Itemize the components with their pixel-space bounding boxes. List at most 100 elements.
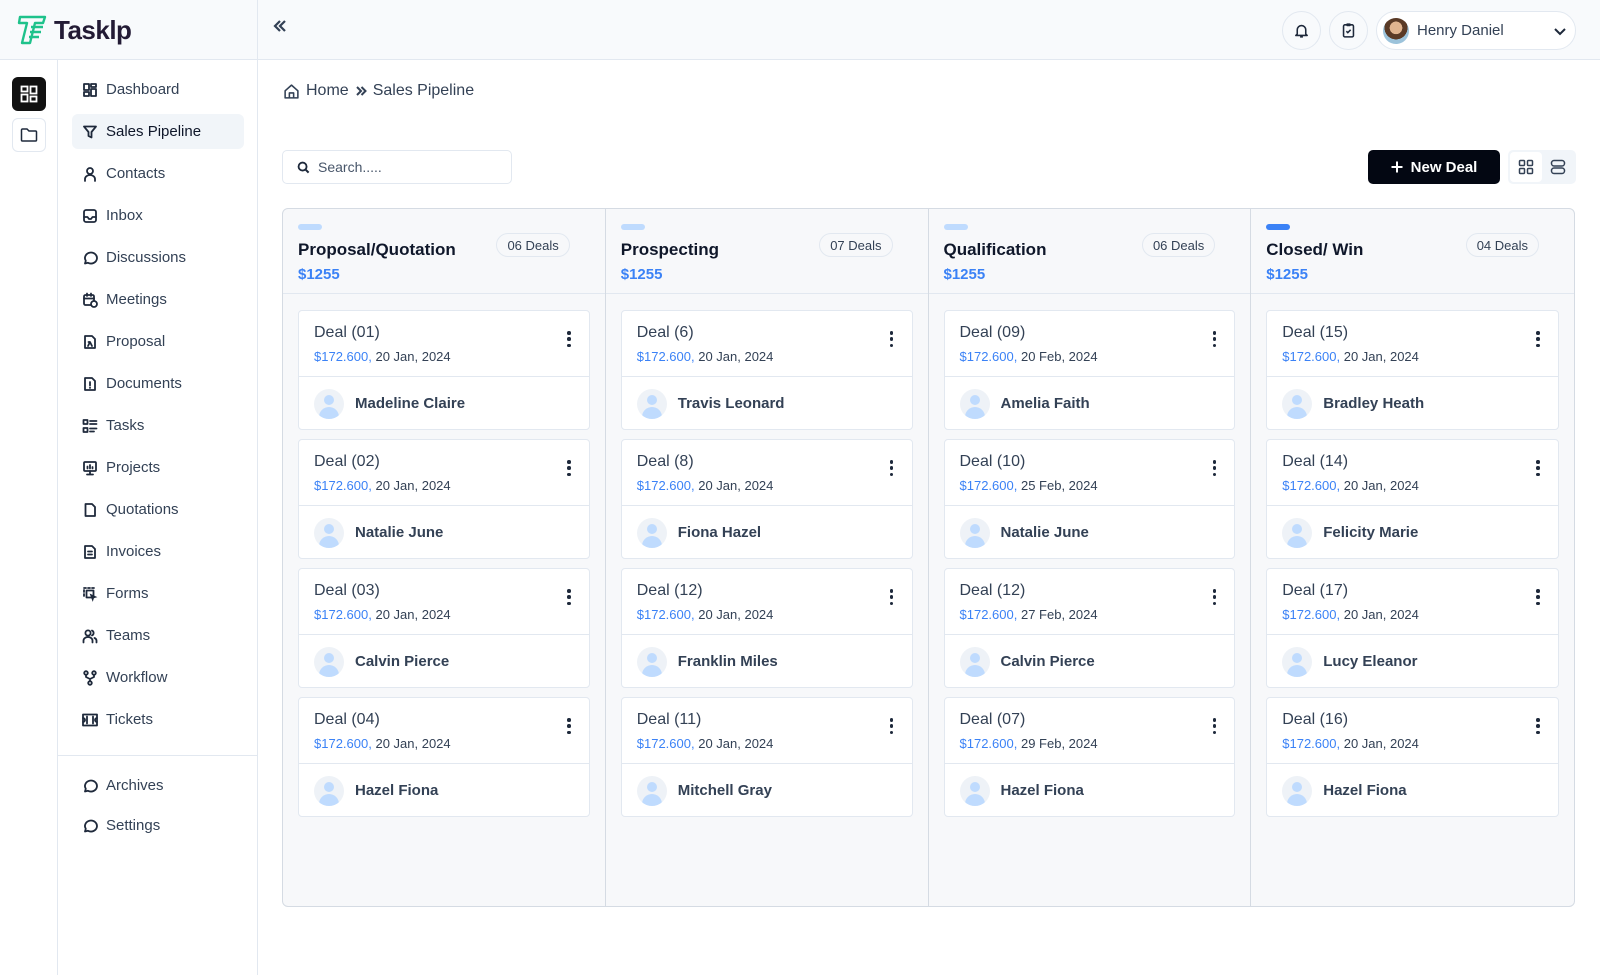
- tasks-list-icon: [82, 418, 98, 433]
- sidebar-item-tickets[interactable]: Tickets: [72, 702, 244, 737]
- deal-date: 20 Jan, 2024: [698, 478, 774, 493]
- deal-owner: Bradley Heath: [1267, 377, 1558, 430]
- sidebar-item-dashboard[interactable]: Dashboard: [72, 72, 244, 107]
- sidebar-item-label: Tasks: [106, 417, 145, 434]
- folder-icon: [20, 128, 38, 142]
- pipeline-column: Closed/ Win $1255 04 Deals Deal (15) $17…: [1251, 209, 1574, 906]
- collapse-sidebar-button[interactable]: [272, 18, 294, 40]
- sidebar-item-workflow[interactable]: Workflow: [72, 660, 244, 695]
- tasks-button[interactable]: [1329, 11, 1368, 50]
- more-options-icon[interactable]: [1532, 587, 1544, 607]
- search-input[interactable]: [318, 159, 498, 175]
- deal-card[interactable]: Deal (03) $172.600, 20 Jan, 2024 Calvin …: [298, 568, 590, 688]
- chat-bubble-icon: [84, 779, 98, 792]
- deal-card[interactable]: Deal (6) $172.600, 20 Jan, 2024 Travis L…: [620, 310, 913, 430]
- user-menu[interactable]: Henry Daniel: [1376, 11, 1576, 50]
- sidebar-item-invoices[interactable]: Invoices: [72, 534, 244, 569]
- sidebar-item-label: Inbox: [106, 207, 143, 224]
- sidebar-item-teams[interactable]: Teams: [72, 618, 244, 653]
- sidebar-item-tasks[interactable]: Tasks: [72, 408, 244, 443]
- deal-owner: Fiona Hazel: [622, 506, 912, 559]
- grid-view-button[interactable]: [1510, 152, 1542, 182]
- deal-meta: $172.600, 25 Feb, 2024: [960, 478, 1220, 493]
- more-options-icon[interactable]: [886, 458, 898, 478]
- sidebar-item-settings[interactable]: Settings: [72, 808, 244, 843]
- logo[interactable]: Tasklp: [0, 0, 258, 60]
- column-header: Qualification $1255 06 Deals: [928, 209, 1251, 294]
- more-options-icon[interactable]: [1532, 716, 1544, 736]
- sidebar-item-inbox[interactable]: Inbox: [72, 198, 244, 233]
- deal-amount: $172.600,: [636, 607, 695, 622]
- sidebar-item-discussions[interactable]: Discussions: [72, 240, 244, 275]
- deal-meta: $172.600, 20 Jan, 2024: [1282, 349, 1543, 364]
- deal-count-badge: 04 Deals: [1465, 233, 1539, 257]
- deal-meta: $172.600, 20 Jan, 2024: [1282, 478, 1543, 493]
- sidebar-item-contacts[interactable]: Contacts: [72, 156, 244, 191]
- list-view-button[interactable]: [1542, 152, 1574, 182]
- plus-icon: [1391, 161, 1403, 173]
- deal-amount: $172.600,: [959, 349, 1018, 364]
- deal-card[interactable]: Deal (01) $172.600, 20 Jan, 2024 Madelin…: [298, 310, 590, 430]
- more-options-icon[interactable]: [563, 716, 575, 736]
- deal-card[interactable]: Deal (11) $172.600, 20 Jan, 2024 Mitchel…: [620, 697, 913, 817]
- deal-meta: $172.600, 20 Jan, 2024: [637, 349, 897, 364]
- more-options-icon[interactable]: [1208, 458, 1220, 478]
- more-options-icon[interactable]: [1208, 716, 1220, 736]
- rail-folder-button[interactable]: [12, 118, 46, 152]
- sidebar-item-projects[interactable]: Projects: [72, 450, 244, 485]
- deal-card[interactable]: Deal (15) $172.600, 20 Jan, 2024 Bradley…: [1266, 310, 1559, 430]
- deal-card[interactable]: Deal (8) $172.600, 20 Jan, 2024 Fiona Ha…: [620, 439, 913, 559]
- person-avatar-icon: [959, 517, 990, 548]
- more-options-icon[interactable]: [1532, 458, 1544, 478]
- sidebar-item-forms[interactable]: Forms: [72, 576, 244, 611]
- person-name: Bradley Heath: [1323, 395, 1425, 412]
- person-avatar-icon: [959, 388, 990, 419]
- sidebar-item-documents[interactable]: Documents: [72, 366, 244, 401]
- more-options-icon[interactable]: [886, 716, 898, 736]
- more-options-icon[interactable]: [563, 587, 575, 607]
- more-options-icon[interactable]: [1208, 587, 1220, 607]
- notifications-button[interactable]: [1282, 11, 1321, 50]
- more-options-icon[interactable]: [886, 329, 898, 349]
- sidebar-item-sales-pipeline[interactable]: Sales Pipeline: [72, 114, 244, 149]
- sidebar-item-label: Teams: [106, 627, 151, 644]
- new-deal-button[interactable]: New Deal: [1368, 150, 1500, 184]
- sidebar-item-meetings[interactable]: Meetings: [72, 282, 244, 317]
- deal-card[interactable]: Deal (07) $172.600, 29 Feb, 2024 Hazel F…: [943, 697, 1236, 817]
- more-options-icon[interactable]: [563, 329, 575, 349]
- deal-card[interactable]: Deal (14) $172.600, 20 Jan, 2024 Felicit…: [1266, 439, 1559, 559]
- deal-card[interactable]: Deal (04) $172.600, 20 Jan, 2024 Hazel F…: [298, 697, 590, 817]
- deal-card[interactable]: Deal (17) $172.600, 20 Jan, 2024 Lucy El…: [1266, 568, 1559, 688]
- sidebar-item-proposal[interactable]: Proposal: [72, 324, 244, 359]
- column-total: $1255: [1266, 266, 1308, 283]
- breadcrumb-home[interactable]: Home: [306, 82, 349, 100]
- search-box[interactable]: [282, 150, 512, 184]
- deal-card[interactable]: Deal (12) $172.600, 27 Feb, 2024 Calvin …: [943, 568, 1236, 688]
- sidebar-item-label: Invoices: [106, 543, 162, 560]
- sidebar-item-label: Forms: [106, 585, 149, 602]
- deal-card-header: Deal (09) $172.600, 20 Feb, 2024: [944, 311, 1235, 377]
- deal-card-header: Deal (17) $172.600, 20 Jan, 2024: [1267, 569, 1558, 635]
- deal-card[interactable]: Deal (16) $172.600, 20 Jan, 2024 Hazel F…: [1266, 697, 1559, 817]
- deal-card[interactable]: Deal (12) $172.600, 20 Jan, 2024 Frankli…: [620, 568, 913, 688]
- column-total: $1255: [620, 266, 663, 283]
- deal-meta: $172.600, 20 Jan, 2024: [1282, 736, 1543, 751]
- deal-card[interactable]: Deal (09) $172.600, 20 Feb, 2024 Amelia …: [943, 310, 1236, 430]
- person-name: Travis Leonard: [677, 395, 785, 412]
- sidebar-item-archives[interactable]: Archives: [72, 768, 244, 803]
- deal-card[interactable]: Deal (02) $172.600, 20 Jan, 2024 Natalie…: [298, 439, 590, 559]
- more-options-icon[interactable]: [1208, 329, 1220, 349]
- sidebar-item-label: Sales Pipeline: [106, 123, 202, 140]
- more-options-icon[interactable]: [886, 587, 898, 607]
- deal-amount: $172.600,: [1282, 478, 1341, 493]
- deal-name: Deal (17): [1282, 582, 1349, 599]
- rail-dashboard-button[interactable]: [12, 77, 46, 111]
- more-options-icon[interactable]: [563, 458, 575, 478]
- deal-amount: $172.600,: [959, 607, 1018, 622]
- presentation-icon: [83, 460, 97, 475]
- column-header: Closed/ Win $1255 04 Deals: [1251, 209, 1574, 294]
- sidebar-item-quotations[interactable]: Quotations: [72, 492, 244, 527]
- deal-card[interactable]: Deal (10) $172.600, 25 Feb, 2024 Natalie…: [943, 439, 1236, 559]
- deal-card-header: Deal (12) $172.600, 27 Feb, 2024: [944, 569, 1235, 635]
- more-options-icon[interactable]: [1532, 329, 1544, 349]
